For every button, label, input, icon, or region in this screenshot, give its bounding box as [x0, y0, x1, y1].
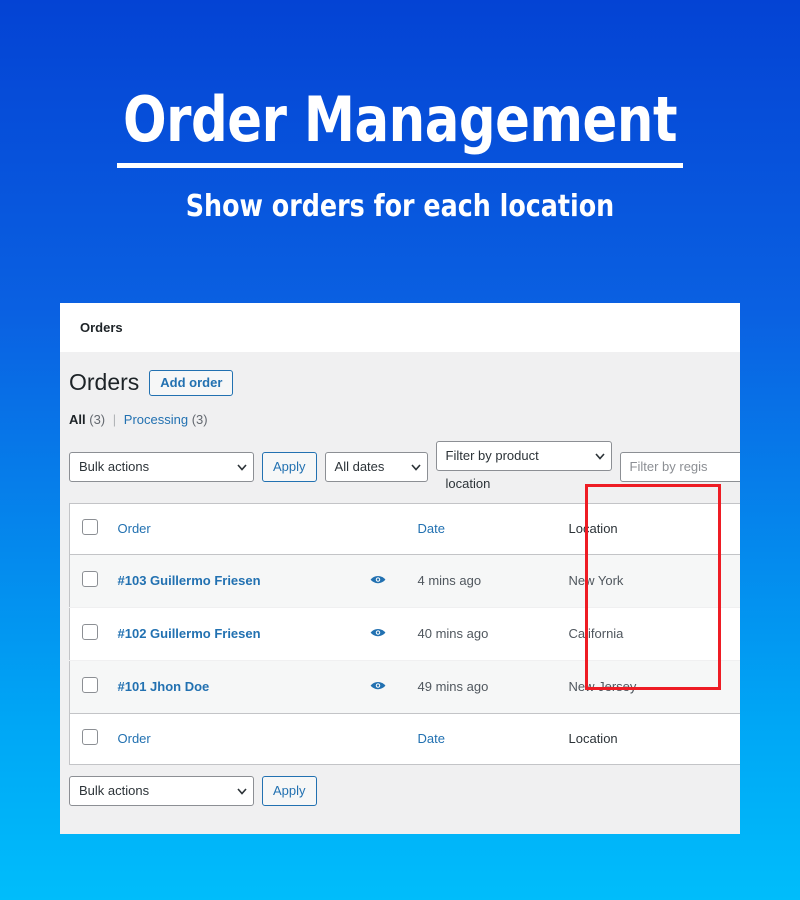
date-cell: 49 mins ago	[417, 659, 569, 714]
register-filter-input[interactable]: Filter by regis	[619, 451, 740, 482]
admin-panel: Orders Orders Add order All (3) | Proces…	[60, 303, 740, 834]
table-row[interactable]: #103 Guillermo Friesen 4 mins ago New Yo	[69, 553, 740, 608]
page-title: Order Management	[122, 83, 678, 156]
column-header-date[interactable]: Date	[417, 503, 569, 555]
panel-topbar-title: Orders	[80, 320, 123, 335]
row-select-cell	[69, 606, 118, 661]
extra-cell	[698, 606, 740, 661]
order-cell: #102 Guillermo Friesen	[117, 606, 370, 661]
row-checkbox[interactable]	[82, 571, 98, 588]
eye-icon[interactable]	[370, 679, 386, 694]
status-link-all[interactable]: All	[69, 412, 86, 427]
table-header-row: Order Date Location	[69, 503, 740, 555]
column-footer-order[interactable]: Order	[117, 712, 370, 765]
apply-button-top[interactable]: Apply	[262, 451, 317, 482]
preview-cell	[369, 553, 418, 608]
product-location-select[interactable]: Filter by product location	[435, 440, 612, 491]
status-link-processing[interactable]: Processing	[124, 412, 188, 427]
date-cell: 4 mins ago	[417, 553, 569, 608]
orders-heading: Orders	[69, 369, 140, 395]
column-header-order[interactable]: Order	[117, 503, 370, 555]
location-cell: New York	[568, 553, 699, 608]
date-filter-select-wrap: All dates	[324, 451, 428, 482]
select-all-header	[69, 503, 118, 555]
tablenav-bottom: Bulk actions Apply	[69, 775, 740, 806]
add-order-button[interactable]: Add order	[149, 369, 234, 397]
hero-banner: Order Management Show orders for each lo…	[0, 86, 800, 224]
column-header-preview	[369, 503, 418, 555]
bulk-actions-select-top[interactable]: Bulk actions	[69, 451, 254, 482]
order-cell: #101 Jhon Doe	[117, 659, 370, 714]
extra-cell	[698, 659, 740, 714]
bulk-actions-select-top-wrap: Bulk actions	[69, 451, 254, 482]
table-row[interactable]: #102 Guillermo Friesen 40 mins ago Calif	[69, 606, 740, 661]
column-footer-location: Location	[568, 712, 699, 765]
location-cell: California	[568, 606, 699, 661]
row-checkbox[interactable]	[82, 677, 98, 694]
row-select-cell	[69, 553, 118, 608]
select-all-checkbox[interactable]	[82, 519, 98, 536]
column-header-location: Location	[568, 503, 699, 555]
table-row[interactable]: #101 Jhon Doe 49 mins ago New Jersey	[69, 659, 740, 714]
column-footer-date[interactable]: Date	[417, 712, 569, 765]
table-footer-row: Order Date Location	[69, 712, 740, 765]
panel-body: Orders Add order All (3) | Processing (3…	[60, 352, 740, 806]
select-all-checkbox-footer[interactable]	[82, 729, 98, 746]
row-checkbox[interactable]	[82, 624, 98, 641]
column-footer-preview	[369, 712, 418, 765]
extra-cell	[698, 553, 740, 608]
preview-cell	[369, 659, 418, 714]
bulk-actions-select-bottom[interactable]: Bulk actions	[69, 775, 254, 806]
status-count-all: (3)	[89, 411, 106, 427]
status-separator: |	[112, 411, 117, 427]
title-underline	[117, 163, 683, 168]
column-header-extra	[698, 503, 740, 555]
select-all-footer	[69, 712, 118, 765]
date-cell: 40 mins ago	[417, 606, 569, 661]
orders-table: Order Date Location #103 Guillermo Fries…	[69, 502, 740, 765]
bulk-actions-select-bottom-wrap: Bulk actions	[69, 775, 254, 806]
preview-cell	[369, 606, 418, 661]
location-cell: New Jersey	[568, 659, 699, 714]
page-subtitle: Show orders for each location	[185, 189, 615, 224]
row-select-cell	[69, 659, 118, 714]
order-link[interactable]: #102 Guillermo Friesen	[118, 626, 261, 641]
order-link[interactable]: #101 Jhon Doe	[118, 679, 210, 694]
product-location-select-wrap: Filter by product location	[435, 440, 612, 493]
apply-button-bottom[interactable]: Apply	[262, 775, 317, 806]
date-filter-select[interactable]: All dates	[324, 451, 428, 482]
order-cell: #103 Guillermo Friesen	[117, 553, 370, 608]
status-count-processing: (3)	[191, 411, 208, 427]
order-link[interactable]: #103 Guillermo Friesen	[118, 573, 261, 588]
status-filter-links: All (3) | Processing (3)	[69, 412, 740, 427]
eye-icon[interactable]	[370, 626, 386, 641]
heading-row: Orders Add order	[69, 368, 740, 398]
eye-icon[interactable]	[370, 573, 386, 588]
tablenav-top: Bulk actions Apply All dates Filter by p…	[69, 440, 740, 493]
column-footer-extra	[698, 712, 740, 765]
panel-topbar: Orders	[60, 303, 740, 352]
